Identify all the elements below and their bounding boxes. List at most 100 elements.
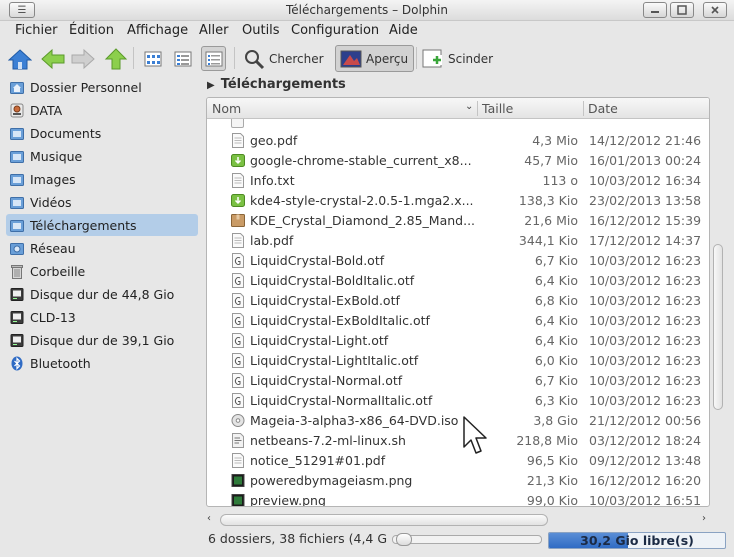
table-row[interactable]: LiquidCrystal-Bold.otf 6,7 Kio 10/03/2012 … bbox=[207, 250, 709, 270]
menu-aide[interactable]: Aide bbox=[389, 23, 418, 38]
toolbar: Chercher Aperçu Scinder bbox=[0, 41, 734, 75]
table-row[interactable]: poweredbymageiasm.png 21,3 Kio 16/12/2012 … bbox=[207, 470, 709, 490]
file-name: LiquidCrystal-NormalItalic.otf bbox=[250, 393, 433, 408]
sidebar-item-bluetooth[interactable]: Bluetooth bbox=[6, 352, 198, 374]
file-size: 138,3 Kio bbox=[518, 193, 578, 208]
menu-configuration[interactable]: Configuration bbox=[291, 23, 379, 38]
minimize-button[interactable] bbox=[643, 2, 667, 18]
column-size[interactable]: Taille bbox=[482, 101, 513, 116]
sidebar-item-r-seau[interactable]: Réseau bbox=[6, 237, 198, 259]
free-space-label: 30,2 Gio libre(s) bbox=[580, 533, 694, 548]
maximize-button[interactable] bbox=[670, 2, 694, 18]
table-row[interactable]: LiquidCrystal-LightItalic.otf 6,0 Kio 10/0… bbox=[207, 350, 709, 370]
menu-fichier[interactable]: Fichier bbox=[15, 23, 58, 38]
column-name[interactable]: Nom bbox=[212, 101, 241, 116]
file-date: 10/03/2012 16:23 bbox=[589, 313, 702, 328]
view-compact-button[interactable] bbox=[170, 45, 195, 72]
column-date[interactable]: Date bbox=[588, 101, 618, 116]
table-row[interactable]: LiquidCrystal-NormalItalic.otf 6,3 Kio 10/… bbox=[207, 390, 709, 410]
file-name: LiquidCrystal-ExBold.otf bbox=[250, 293, 400, 308]
file-size: 4,3 Mio bbox=[532, 133, 578, 148]
sidebar-item-corbeille[interactable]: Corbeille bbox=[6, 260, 198, 282]
table-row[interactable]: Mageia-3-alpha3-x86_64-DVD.iso 3,8 Gio 21/… bbox=[207, 410, 709, 430]
breadcrumb[interactable]: ▶ Téléchargements bbox=[207, 77, 346, 93]
harddisk-icon bbox=[10, 333, 26, 347]
file-name: Mageia-3-alpha3-x86_64-DVD.iso bbox=[250, 413, 459, 428]
view-icons-button[interactable] bbox=[140, 45, 165, 72]
font-icon bbox=[231, 393, 244, 408]
file-size: 21,6 Mio bbox=[524, 213, 578, 228]
disc-image-icon bbox=[231, 413, 245, 428]
file-name: LiquidCrystal-BoldItalic.otf bbox=[250, 273, 415, 288]
table-row[interactable] bbox=[207, 119, 709, 130]
search-button[interactable]: Chercher bbox=[243, 45, 324, 72]
table-row[interactable]: KDE_Crystal_Diamond_2.85_Mand... 21,6 Mio… bbox=[207, 210, 709, 230]
scroll-left-icon[interactable]: ‹ bbox=[207, 513, 211, 524]
sidebar-item-vid-os[interactable]: Vidéos bbox=[6, 191, 198, 213]
file-size: 6,4 Kio bbox=[534, 273, 578, 288]
table-row[interactable]: preview.png 99,0 Kio 10/03/2012 16:51 bbox=[207, 490, 709, 506]
file-name: LiquidCrystal-ExBoldItalic.otf bbox=[250, 313, 430, 328]
preview-label: Aperçu bbox=[366, 51, 409, 66]
table-row[interactable]: lab.pdf 344,1 Kio 17/12/2012 14:37 bbox=[207, 230, 709, 250]
home-button[interactable] bbox=[8, 45, 32, 72]
table-row[interactable]: geo.pdf 4,3 Mio 14/12/2012 21:46 bbox=[207, 130, 709, 150]
horizontal-scroll-thumb[interactable] bbox=[220, 514, 548, 526]
file-size: 45,7 Mio bbox=[524, 153, 578, 168]
home-folder-icon bbox=[10, 80, 26, 94]
menu-affichage[interactable]: Affichage bbox=[127, 23, 188, 38]
sidebar-item-label: Corbeille bbox=[30, 263, 86, 279]
file-date: 09/12/2012 13:48 bbox=[589, 453, 702, 468]
menu-outils[interactable]: Outils bbox=[242, 23, 280, 38]
table-row[interactable]: google-chrome-stable_current_x8... 45,7 M… bbox=[207, 150, 709, 170]
file-list: Nom ⌄ Taille Date geo.pdf 4,3 Mio 14/12/20… bbox=[206, 97, 710, 507]
sidebar-item-dossier-personnel[interactable]: Dossier Personnel bbox=[6, 76, 198, 98]
menu-bar: Fichier Édition Affichage Aller Outils C… bbox=[0, 21, 734, 41]
sidebar-item-musique[interactable]: Musique bbox=[6, 145, 198, 167]
free-space-indicator[interactable]: 30,2 Gio libre(s) bbox=[548, 532, 726, 549]
up-button[interactable] bbox=[104, 45, 128, 72]
sidebar-item-t-l-chargements[interactable]: Téléchargements bbox=[6, 214, 198, 236]
vertical-scroll-thumb[interactable] bbox=[713, 244, 723, 410]
table-row[interactable]: netbeans-7.2-ml-linux.sh 218,8 Mio 03/12/2… bbox=[207, 430, 709, 450]
sidebar-item-data[interactable]: DATA bbox=[6, 99, 198, 121]
table-row[interactable]: LiquidCrystal-BoldItalic.otf 6,4 Kio 10/03… bbox=[207, 270, 709, 290]
file-date: 10/03/2012 16:23 bbox=[589, 333, 702, 348]
file-date: 10/03/2012 16:51 bbox=[589, 493, 702, 506]
scroll-right-icon[interactable]: › bbox=[702, 513, 706, 524]
table-row[interactable]: kde4-style-crystal-2.0.5-1.mga2.x... 138,… bbox=[207, 190, 709, 210]
back-arrow-icon bbox=[41, 48, 65, 69]
horizontal-scrollbar[interactable]: ‹ › bbox=[206, 513, 710, 527]
zoom-slider[interactable] bbox=[392, 533, 542, 546]
table-row[interactable]: LiquidCrystal-Normal.otf 6,7 Kio 10/03/201… bbox=[207, 370, 709, 390]
vertical-scrollbar[interactable] bbox=[712, 119, 724, 505]
table-row[interactable]: LiquidCrystal-ExBoldItalic.otf 6,4 Kio 10/… bbox=[207, 310, 709, 330]
back-button[interactable] bbox=[40, 45, 66, 72]
sidebar-item-label: Dossier Personnel bbox=[30, 79, 142, 95]
preview-button[interactable]: Aperçu bbox=[335, 45, 415, 72]
menu-aller[interactable]: Aller bbox=[199, 23, 228, 38]
split-button[interactable]: Scinder bbox=[422, 45, 493, 72]
table-row[interactable]: LiquidCrystal-Light.otf 6,4 Kio 10/03/2012… bbox=[207, 330, 709, 350]
table-row[interactable]: notice_51291#01.pdf 96,5 Kio 09/12/2012 13… bbox=[207, 450, 709, 470]
close-button[interactable] bbox=[703, 2, 727, 18]
sidebar-item-documents[interactable]: Documents bbox=[6, 122, 198, 144]
table-row[interactable]: LiquidCrystal-ExBold.otf 6,8 Kio 10/03/201… bbox=[207, 290, 709, 310]
file-size: 6,7 Kio bbox=[534, 253, 578, 268]
title-bar[interactable]: ☰ Téléchargements – Dolphin bbox=[0, 0, 734, 21]
file-name: kde4-style-crystal-2.0.5-1.mga2.x... bbox=[250, 193, 474, 208]
sidebar-item-disque-dur-de-39-1-gio[interactable]: Disque dur de 39,1 Gio bbox=[6, 329, 198, 351]
compact-view-icon bbox=[174, 51, 191, 66]
network-folder-icon bbox=[10, 241, 26, 255]
file-date: 10/03/2012 16:23 bbox=[589, 273, 702, 288]
zoom-slider-handle[interactable] bbox=[396, 533, 412, 546]
forward-button[interactable] bbox=[70, 45, 96, 72]
package-icon bbox=[231, 153, 245, 168]
sidebar-item-cld-13[interactable]: CLD-13 bbox=[6, 306, 198, 328]
menu-edition[interactable]: Édition bbox=[69, 23, 114, 38]
sort-chevron-icon[interactable]: ⌄ bbox=[465, 101, 473, 112]
sidebar-item-images[interactable]: Images bbox=[6, 168, 198, 190]
table-row[interactable]: Info.txt 113 o 10/03/2012 16:34 bbox=[207, 170, 709, 190]
sidebar-item-disque-dur-de-44-8-gio[interactable]: Disque dur de 44,8 Gio bbox=[6, 283, 198, 305]
view-details-button[interactable] bbox=[201, 45, 226, 72]
